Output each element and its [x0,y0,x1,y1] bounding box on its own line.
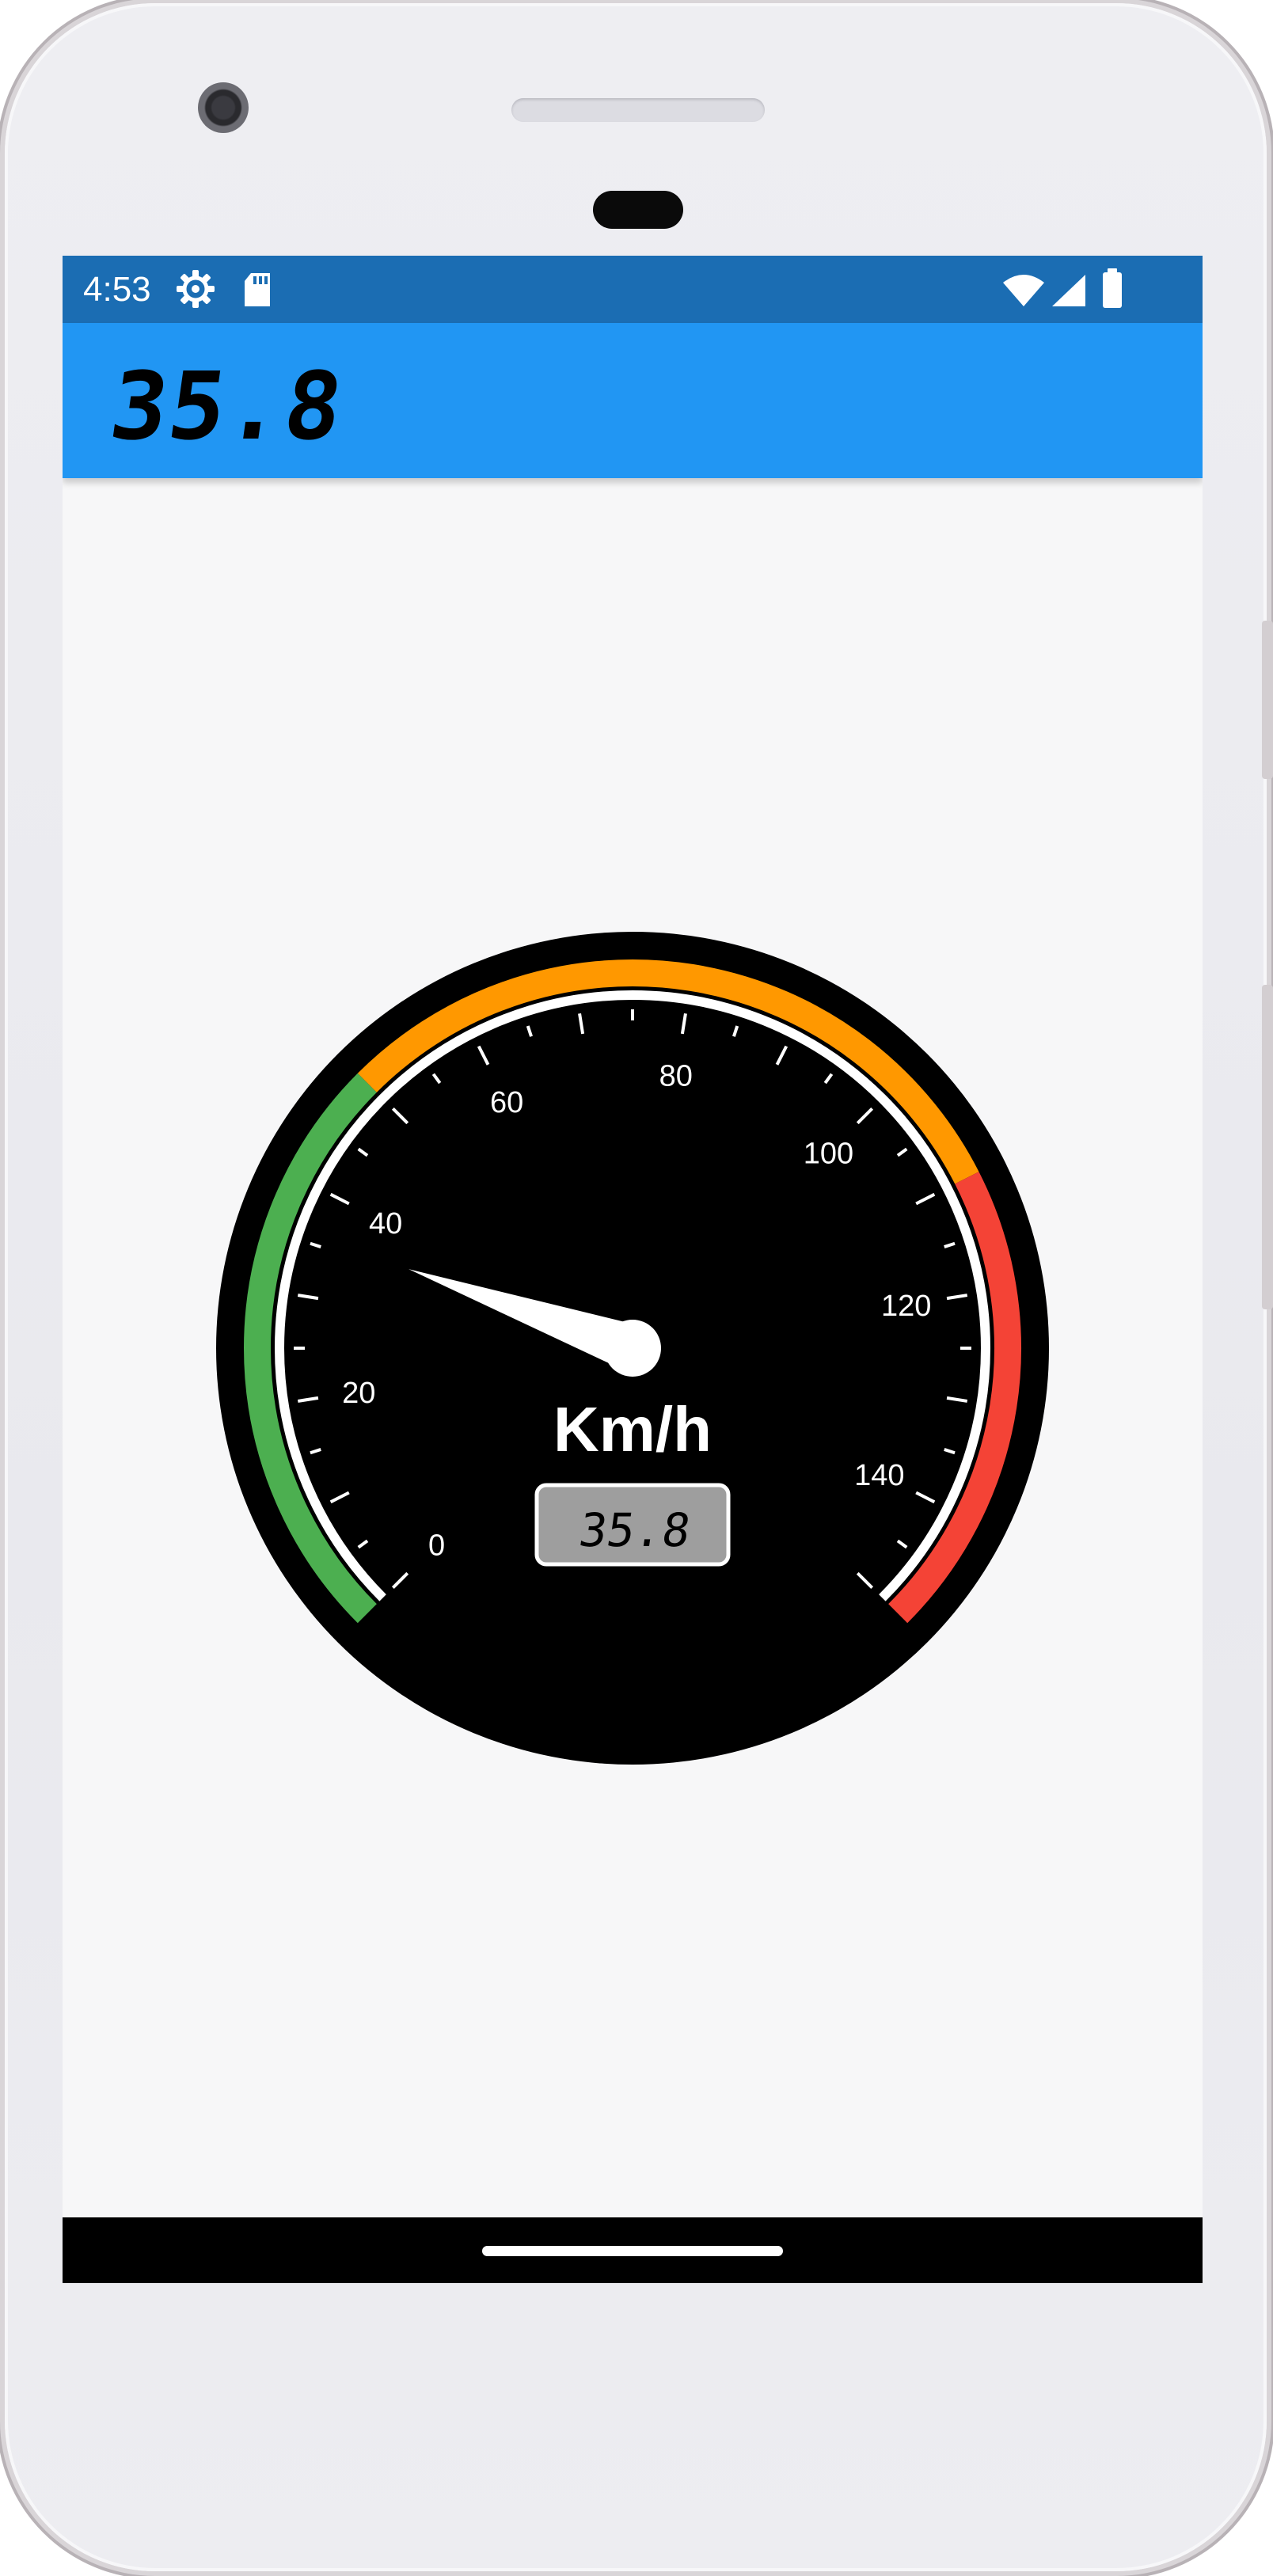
gauge-tick-label: 20 [342,1377,375,1410]
speedometer-gauge: 0 20 40 60 80 100 120 140 Km/h 35.8 [216,932,1049,1765]
cell-signal-icon [1051,273,1087,311]
gauge-tick-label: 0 [428,1529,445,1562]
wifi-icon [1001,273,1046,311]
lcd-speed-readout-svg: 35.8 [110,355,351,450]
gauge-unit-label: Km/h [553,1394,712,1465]
status-time: 4:53 [83,270,151,309]
app-bar-speed-readout: 35.8 [110,355,351,450]
home-gesture-pill[interactable] [482,2246,783,2256]
gauge-needle-hub [604,1320,661,1377]
power-button [1262,621,1273,779]
earpiece-speaker [511,98,765,122]
battery-icon [1101,268,1123,313]
front-camera [198,82,249,133]
device-screen: 4:53 35.8 0 20 40 60 80 100 120 140 Km/h… [63,256,1203,2283]
app-bar: 35.8 [63,323,1203,478]
sd-card-icon [241,272,273,311]
gauge-tick-label: 60 [490,1086,523,1119]
gauge-tick-label: 120 [881,1290,931,1323]
gauge-lcd-value: 35.8 [576,1503,694,1557]
gauge-tick-label: 140 [854,1459,904,1492]
gauge-tick-label: 80 [659,1059,693,1092]
settings-gear-icon [175,268,216,313]
status-bar: 4:53 [63,256,1203,323]
volume-button [1262,985,1273,1309]
gauge-tick-label: 100 [804,1138,853,1171]
navigation-bar [63,2217,1203,2283]
proximity-sensor [593,191,683,229]
gauge-tick-label: 40 [369,1207,402,1241]
